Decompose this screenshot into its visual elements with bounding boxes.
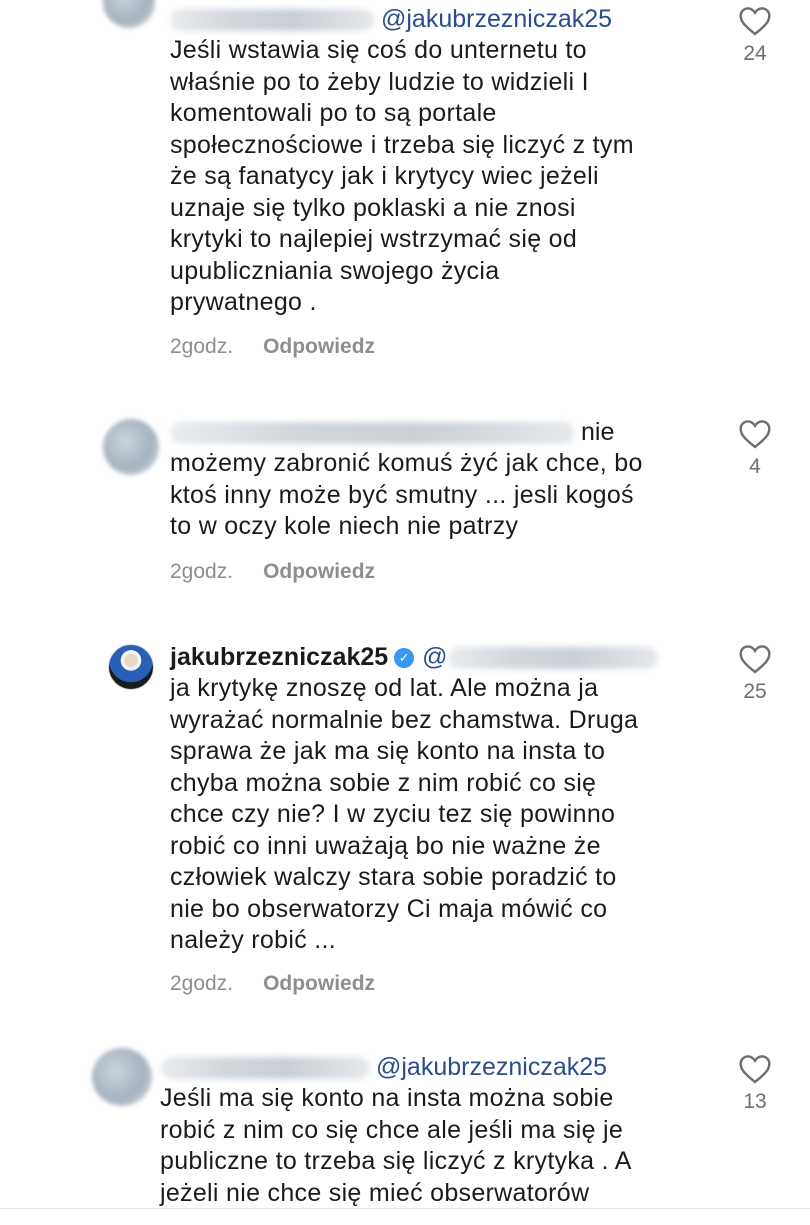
comment-text: Jeśli wstawia się coś do unternetu to wł… (170, 35, 710, 319)
comment-line: prywatnego . (170, 288, 317, 316)
mention-prefix[interactable]: @ (422, 643, 447, 671)
comment-line: Jeśli ma się konto na insta można sobie (160, 1084, 614, 1112)
comment-header: nie (170, 417, 710, 448)
comment-line: chyba można sobie z nim robić co się (170, 768, 597, 797)
comment-line: uznaje się tylko poklaski a nie znosi (170, 193, 576, 222)
comment-text: ja krytykę znoszę od lat. Ale można ja w… (170, 673, 710, 957)
comment-header: @jakubrzezniczak25 (170, 4, 710, 35)
comment-line: ktoś inny może być smutny ... jesli kogo… (170, 480, 634, 509)
comment-line: społecznościowe i trzeba się liczyć z ty… (170, 130, 634, 159)
comment-header: jakubrzezniczak25 ✓ @ (170, 642, 710, 673)
username[interactable]: jakubrzezniczak25 (170, 643, 388, 671)
like-control: 25 (735, 644, 775, 704)
comment-line: upubliczniania swojego życia (170, 256, 500, 285)
like-count: 4 (749, 455, 761, 478)
comment-line: krytyki to najlepiej wstrzymać się od (170, 225, 578, 253)
reply-button[interactable]: Odpowiedz (263, 560, 375, 584)
heart-icon[interactable] (738, 1054, 772, 1084)
comment-line: sprawa że jak ma się konto na insta to (170, 737, 606, 765)
avatar[interactable] (108, 644, 154, 690)
redacted-username (447, 647, 658, 670)
reply-button[interactable]: Odpowiedz (263, 335, 375, 359)
mention-link[interactable]: @jakubrzezniczak25 (376, 1053, 607, 1081)
like-count: 13 (743, 1090, 767, 1113)
like-control: 4 (735, 419, 775, 479)
comment-line: jeżeli nie chce się mieć obserwatorów (160, 1178, 590, 1207)
timestamp: 2godz. (170, 972, 234, 995)
comment-line: że są fanatycy jak i krytycy wiec jeżeli (170, 162, 599, 190)
heart-icon[interactable] (738, 644, 772, 674)
comment-line: człowiek walczy stara sobie poradzić to (170, 863, 617, 891)
comment-line: Jeśli wstawia się coś do unternetu to (170, 36, 587, 64)
like-count: 24 (743, 42, 767, 65)
like-control: 24 (735, 6, 775, 66)
comment-line: to w oczy kole niech nie patrzy (170, 512, 519, 540)
heart-icon[interactable] (738, 6, 772, 36)
comment-line: publiczne to trzeba się liczyć z krytyka… (160, 1147, 632, 1175)
redacted-username (160, 1057, 370, 1080)
comment-line: należy robić ... (170, 926, 336, 954)
comment-line: robić z nim co się chce ale jeśli ma się… (160, 1115, 624, 1144)
comment-line: właśnie po to żeby ludzie to widzieli I (170, 67, 589, 96)
comment-text: możemy zabronić komuś żyć jak chce, bo k… (170, 448, 710, 543)
comment-first-word: nie (581, 418, 615, 446)
comment-text: Jeśli ma się konto na insta można sobie … (160, 1083, 700, 1209)
redacted-username (170, 9, 375, 32)
comment-line: wyrażać normalnie bez chamstwa. Druga (170, 705, 639, 734)
verified-badge-icon: ✓ (394, 648, 415, 669)
comment-line: chce czy nie? I w zyciu tez się powinno (170, 800, 616, 828)
avatar[interactable] (103, 419, 159, 475)
like-control: 13 (735, 1054, 775, 1114)
reply-button[interactable]: Odpowiedz (263, 972, 375, 996)
redacted-username (170, 422, 575, 445)
comment-line: ja krytykę znoszę od lat. Ale można ja (170, 674, 599, 702)
avatar[interactable] (103, 0, 155, 28)
like-count: 25 (743, 680, 767, 703)
comment-line: komentowali po to są portale (170, 99, 497, 127)
comment-line: nie bo obserwatorzy Ci maja mówić co (170, 894, 608, 923)
comment-meta: 2godz. Odpowiedz (170, 335, 375, 359)
timestamp: 2godz. (170, 560, 234, 583)
comment-meta: 2godz. Odpowiedz (170, 972, 375, 996)
comment-line: możemy zabronić komuś żyć jak chce, bo (170, 449, 643, 477)
timestamp: 2godz. (170, 335, 234, 358)
avatar[interactable] (92, 1048, 152, 1106)
comment-line: robić co inni uważają bo nie ważne że (170, 831, 601, 860)
comment-header: @jakubrzezniczak25 (160, 1052, 700, 1083)
mention-link[interactable]: @jakubrzezniczak25 (381, 5, 612, 33)
comment-meta: 2godz. Odpowiedz (170, 560, 375, 584)
heart-icon[interactable] (738, 419, 772, 449)
divider (0, 1208, 810, 1209)
